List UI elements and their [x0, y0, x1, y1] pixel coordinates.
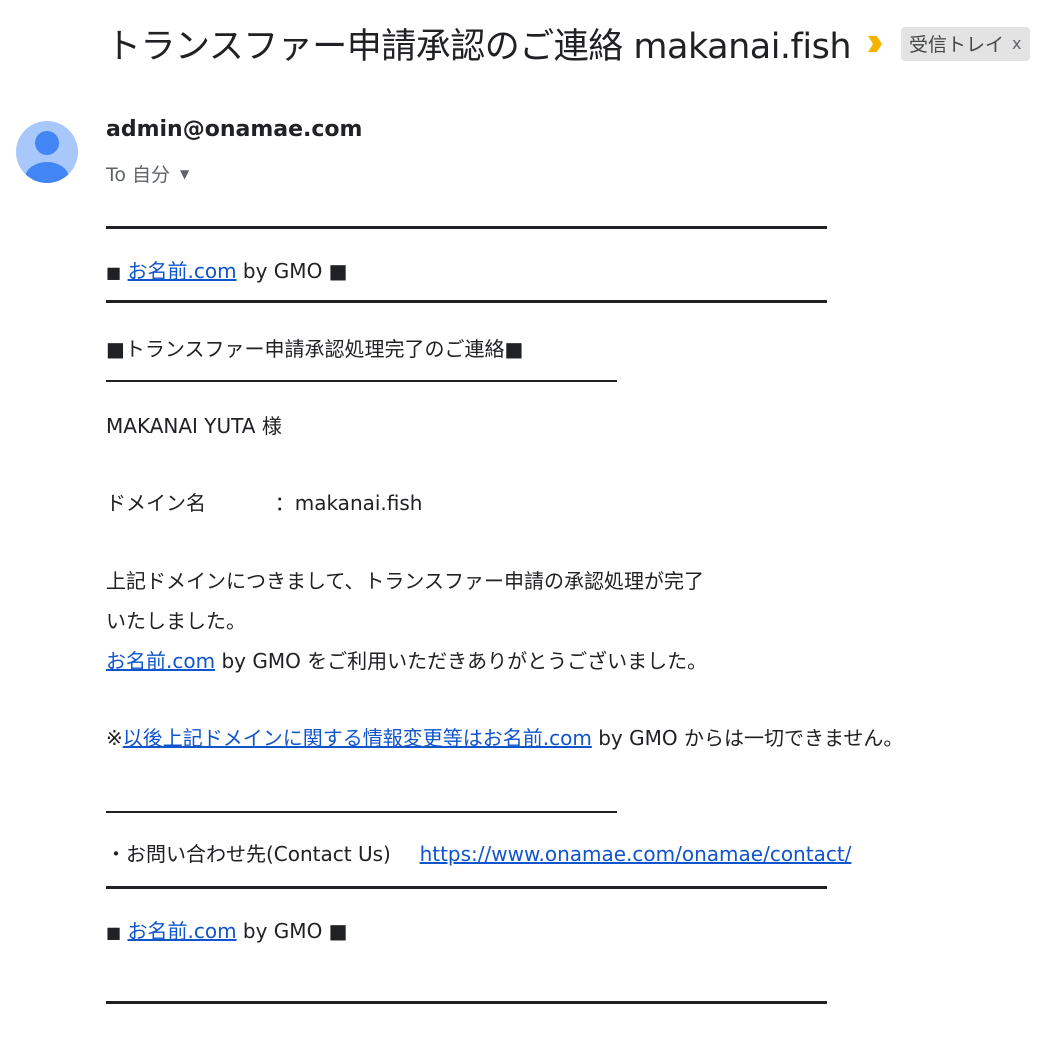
footer-brand-suffix: by GMO ■ [242, 919, 348, 943]
sender-address[interactable]: admin@onamae.com [106, 117, 362, 142]
divider [106, 226, 827, 229]
recipient-label: To 自分 [106, 164, 171, 186]
recipient-details[interactable]: To 自分 ▼ [106, 160, 189, 187]
footer-brand-link[interactable]: お名前.com [127, 919, 236, 943]
note-text: by GMO からは一切できません。 [598, 726, 904, 750]
domain-label: ドメイン名 [106, 491, 206, 515]
thanks-line: お名前.com by GMO をご利用いただきありがとうございました。 [106, 645, 707, 674]
brand-header-line: ■ お名前.com by GMO ■ [106, 255, 348, 284]
square-bullet: ■ [106, 923, 122, 942]
divider [106, 1001, 827, 1004]
square-bullet: ■ [106, 263, 122, 282]
brand-suffix: by GMO ■ [242, 259, 348, 283]
email-subject: トランスファー申請承認のご連絡 makanai.fish [106, 27, 852, 67]
inbox-label-text: 受信トレイ [909, 33, 1005, 56]
subject-row: トランスファー申請承認のご連絡 makanai.fish 受信トレイ x [106, 18, 1030, 69]
importance-marker-icon[interactable] [867, 35, 883, 53]
contact-label: ・お問い合わせ先(Contact Us) [106, 842, 391, 866]
chevron-down-icon[interactable]: ▼ [180, 167, 189, 181]
brand-link[interactable]: お名前.com [127, 259, 236, 283]
contact-url-link[interactable]: https://www.onamae.com/onamae/contact/ [420, 842, 852, 866]
domain-row: ドメイン名 ：makanai.fish [106, 487, 422, 516]
remove-label-button[interactable]: x [1012, 34, 1021, 53]
divider [106, 380, 617, 382]
contact-line: ・お問い合わせ先(Contact Us) https://www.onamae.… [106, 838, 851, 867]
addressee: MAKANAI YUTA 様 [106, 414, 282, 438]
brand-footer-line: ■ お名前.com by GMO ■ [106, 915, 348, 944]
email-view: トランスファー申請承認のご連絡 makanai.fish 受信トレイ x adm… [0, 0, 1046, 1046]
paragraph-line: 上記ドメインにつきまして、トランスファー申請の承認処理が完了 [106, 569, 704, 593]
note-line: ※以後上記ドメインに関する情報変更等はお名前.com by GMO からは一切で… [106, 722, 903, 751]
notice-title: ■トランスファー申請承認処理完了のご連絡■ [106, 337, 524, 361]
thanks-text: by GMO をご利用いただきありがとうございました。 [221, 649, 708, 673]
note-link[interactable]: 以後上記ドメインに関する情報変更等はお名前.com [123, 726, 592, 750]
avatar[interactable] [16, 112, 78, 192]
divider [106, 886, 827, 889]
thanks-link[interactable]: お名前.com [106, 649, 215, 673]
divider [106, 811, 617, 813]
paragraph-line: いたしました。 [106, 609, 246, 633]
note-prefix: ※ [106, 726, 123, 750]
divider [106, 300, 827, 303]
domain-value: ：makanai.fish [274, 491, 423, 515]
inbox-label-chip[interactable]: 受信トレイ x [901, 26, 1030, 61]
